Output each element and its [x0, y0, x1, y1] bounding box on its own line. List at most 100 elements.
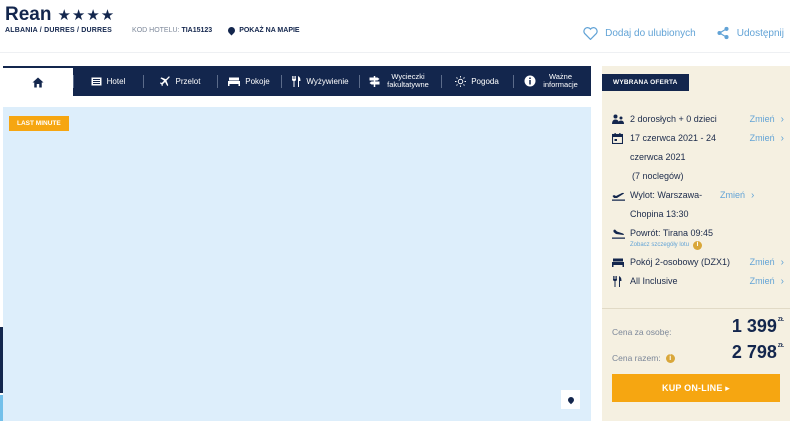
- people-icon: [612, 114, 624, 124]
- landing-icon: [612, 229, 625, 239]
- hotel-title: Rean ★★★★: [5, 4, 115, 26]
- fork-knife-icon: [613, 276, 622, 287]
- favorites-label: Dodaj do ulubionych: [605, 27, 696, 39]
- hotel-icon: [91, 77, 102, 85]
- tab-board-label: Wyżywienie: [306, 76, 349, 86]
- chevron-right-icon: ›: [780, 257, 784, 268]
- hotel-page: Rean ★★★★ ALBANIA / DURRES / DURRES KOD …: [0, 0, 790, 421]
- info-icon[interactable]: i: [665, 353, 675, 363]
- hotel-code-value: TIA15123: [181, 27, 213, 34]
- tab-important-info[interactable]: Ważne informacje: [513, 66, 591, 96]
- takeoff-icon: [612, 192, 625, 201]
- hotel-tabs: Hotel Przelot Pokoje Wyżywienie Wycieczk…: [3, 66, 591, 96]
- chevron-right-icon: ›: [780, 114, 784, 125]
- home-icon: [32, 77, 44, 87]
- offer-row-departure: Wylot: Warszawa-Chopina 13:30 Zmień ›: [612, 186, 784, 224]
- price-total-label: Cena razem:: [612, 353, 661, 363]
- tab-excursions-label: Wycieczki fakultatywne: [387, 72, 429, 89]
- tab-hotel-label: Hotel: [106, 76, 126, 86]
- heart-icon: [583, 26, 598, 40]
- calendar-icon: [612, 133, 623, 144]
- chevron-right-icon: ›: [780, 276, 784, 287]
- info-icon: [524, 75, 535, 87]
- tab-board[interactable]: Wyżywienie: [281, 66, 359, 96]
- offer-departure: Wylot: Warszawa-Chopina 13:30: [630, 190, 703, 219]
- offer-board: All Inclusive: [630, 276, 678, 286]
- gallery-side-indicator: [0, 327, 3, 393]
- tab-flight-label: Przelot: [175, 76, 201, 86]
- change-guests-link[interactable]: Zmień ›: [750, 110, 784, 129]
- change-dates-link[interactable]: Zmień ›: [750, 129, 784, 148]
- share-icon: [717, 26, 729, 40]
- hotel-code: KOD HOTELU: TIA15123: [132, 27, 212, 34]
- header-actions: Dodaj do ulubionych Udostępnij: [583, 26, 784, 40]
- tab-excursions[interactable]: Wycieczki fakultatywne: [359, 66, 441, 96]
- offer-row-board: All Inclusive Zmień ›: [612, 272, 784, 291]
- change-board-label: Zmień: [749, 276, 775, 286]
- offer-row-guests: 2 dorosłych + 0 dzieci Zmień ›: [612, 110, 784, 129]
- add-to-favorites-button[interactable]: Dodaj do ulubionych: [583, 26, 696, 40]
- chevron-right-icon: ›: [780, 133, 784, 144]
- change-flight-label: Zmień: [720, 190, 746, 200]
- show-map-link[interactable]: POKAŻ NA MAPIE: [226, 25, 300, 36]
- change-guests-label: Zmień: [749, 114, 775, 124]
- change-dates-label: Zmień: [749, 133, 775, 143]
- price-per-person-row: Cena za osobę: 1 399ZŁ: [612, 316, 784, 337]
- offer-dates: 17 czerwca 2021 - 24 czerwca 2021 (7 noc…: [630, 129, 750, 186]
- hotel-name: Rean: [5, 4, 52, 25]
- map-pin-icon: [566, 395, 575, 404]
- offer-room: Pokój 2-osobowy (DZX1): [630, 257, 731, 267]
- fork-knife-icon: [292, 75, 301, 87]
- change-room-label: Zmień: [749, 257, 775, 267]
- tab-weather-label: Pogoda: [471, 76, 499, 86]
- offer-row-dates: 17 czerwca 2021 - 24 czerwca 2021 (7 noc…: [612, 129, 784, 186]
- chevron-right-icon: ›: [751, 190, 755, 201]
- tab-weather[interactable]: Pogoda: [441, 66, 513, 96]
- last-minute-badge: LAST MINUTE: [9, 116, 69, 131]
- tab-hotel[interactable]: Hotel: [73, 66, 143, 96]
- change-board-link[interactable]: Zmień ›: [750, 272, 784, 291]
- bed-icon: [228, 77, 241, 86]
- tab-rooms[interactable]: Pokoje: [217, 66, 281, 96]
- price-per-person-value: 1 399ZŁ: [731, 316, 784, 336]
- header-divider: [0, 52, 790, 53]
- offer-guests: 2 dorosłych + 0 dzieci: [630, 114, 717, 124]
- plane-icon: [159, 75, 170, 86]
- tab-home[interactable]: [3, 66, 73, 96]
- hotel-location: ALBANIA / DURRES / DURRES: [5, 27, 113, 34]
- offer-date-range: 17 czerwca 2021 - 24 czerwca 2021: [630, 133, 717, 162]
- flight-details-label: Zobacz szczegóły lotu: [630, 242, 690, 248]
- gallery-map-button[interactable]: [561, 390, 580, 409]
- info-icon: i: [693, 240, 703, 250]
- signpost-icon: [369, 75, 380, 87]
- change-room-link[interactable]: Zmień ›: [750, 253, 784, 272]
- currency-label: ZŁ: [777, 317, 784, 323]
- offer-row-room: Pokój 2-osobowy (DZX1) Zmień ›: [612, 253, 784, 272]
- map-pin-icon: [226, 25, 237, 36]
- buy-online-button[interactable]: KUP ON-LINE ▸: [612, 374, 780, 402]
- tab-rooms-label: Pokoje: [245, 76, 270, 86]
- hotel-meta: ALBANIA / DURRES / DURRES KOD HOTELU: TI…: [5, 25, 300, 36]
- change-flight-link[interactable]: Zmień ›: [720, 186, 754, 205]
- selected-offer-panel: WYBRANA OFERTA 2 dorosłych + 0 dzieci Zm…: [602, 66, 790, 421]
- price-total-row: Cena razem: i 2 798ZŁ: [612, 342, 784, 363]
- price-total-label-group: Cena razem: i: [612, 353, 675, 363]
- share-button[interactable]: Udostępnij: [716, 26, 784, 40]
- offer-panel-title: WYBRANA OFERTA: [602, 74, 689, 91]
- hotel-stars: ★★★★: [57, 7, 116, 24]
- tab-important-info-label: Ważne informacje: [543, 72, 578, 89]
- price-divider: [602, 308, 790, 309]
- currency-label: ZŁ: [777, 343, 784, 349]
- price-per-person-label: Cena za osobę:: [612, 327, 672, 337]
- bed-icon: [612, 258, 624, 267]
- offer-details: 2 dorosłych + 0 dzieci Zmień › 17 czerwca…: [612, 110, 784, 291]
- price-total-value: 2 798ZŁ: [731, 342, 784, 362]
- tab-flight[interactable]: Przelot: [143, 66, 217, 96]
- sun-icon: [455, 75, 467, 87]
- offer-nights: (7 noclegów): [632, 171, 684, 181]
- hotel-photo-gallery[interactable]: LAST MINUTE: [3, 107, 591, 421]
- show-map-label: POKAŻ NA MAPIE: [239, 27, 300, 34]
- hotel-code-label: KOD HOTELU:: [132, 27, 180, 34]
- share-label: Udostępnij: [736, 27, 784, 39]
- gallery-side-indicator-light: [0, 395, 3, 421]
